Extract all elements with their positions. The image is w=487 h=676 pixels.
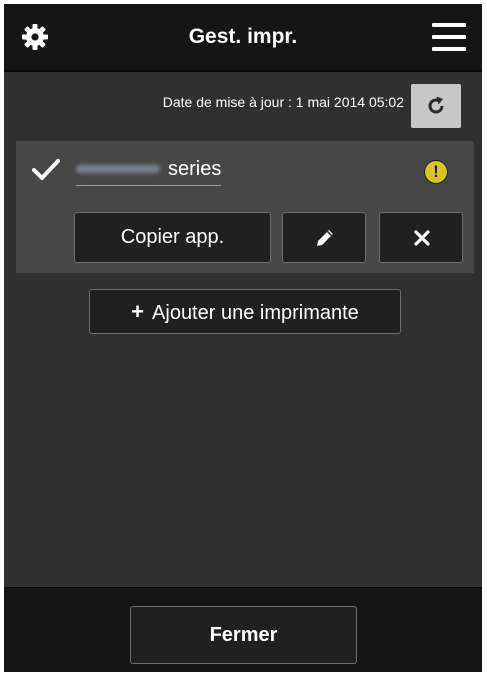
printer-name-link[interactable]: series bbox=[76, 153, 222, 186]
close-icon bbox=[414, 230, 430, 246]
pencil-icon bbox=[317, 230, 333, 246]
header-bar: Gest. impr. bbox=[4, 4, 482, 72]
last-update-text: Date de mise à jour : 1 mai 2014 05:02 bbox=[162, 94, 404, 110]
copy-app-button[interactable]: Copier app. bbox=[74, 212, 271, 263]
plus-icon: + bbox=[131, 299, 145, 324]
delete-printer-button[interactable] bbox=[379, 212, 463, 263]
printer-series-label: series bbox=[168, 157, 222, 180]
hamburger-menu-icon bbox=[432, 23, 466, 51]
printer-management-screen: Gest. impr. Date de mise à jour : 1 mai … bbox=[4, 4, 482, 672]
refresh-button[interactable] bbox=[411, 84, 461, 128]
printer-list-item[interactable]: series ! Copier app. bbox=[16, 141, 474, 273]
edit-printer-button[interactable] bbox=[282, 212, 366, 263]
checkmark-icon bbox=[32, 159, 60, 180]
menu-button[interactable] bbox=[432, 23, 466, 51]
add-printer-button[interactable]: + Ajouter une imprimante bbox=[89, 289, 401, 334]
redacted-model-name bbox=[76, 165, 160, 173]
refresh-icon bbox=[428, 96, 444, 114]
warning-icon[interactable]: ! bbox=[424, 160, 448, 184]
page-title: Gest. impr. bbox=[188, 25, 298, 48]
footer-bar: Fermer bbox=[4, 587, 482, 672]
close-button[interactable]: Fermer bbox=[130, 606, 357, 664]
add-printer-label: Ajouter une imprimante bbox=[152, 302, 359, 324]
